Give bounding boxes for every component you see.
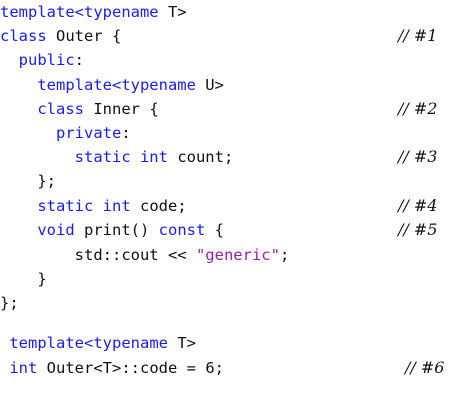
- code-token: Inner {: [84, 100, 159, 118]
- code-token: {: [205, 221, 224, 239]
- code-token: ;: [279, 246, 290, 264]
- code-token: U>: [195, 76, 224, 94]
- keyword-token: class: [37, 100, 84, 118]
- code-line: int Outer<T>::code = 6; // #6: [0, 356, 462, 380]
- code-token: :: [74, 51, 85, 69]
- keyword-token: template<typename: [9, 334, 168, 352]
- code-line: class Inner { // #2: [0, 97, 462, 121]
- keyword-token: static int: [74, 148, 168, 166]
- code-token: }: [0, 270, 47, 288]
- string-token: "generic": [195, 246, 280, 264]
- code-token: T>: [167, 334, 196, 352]
- code-line: static int code; // #4: [0, 194, 462, 218]
- keyword-token: int: [9, 359, 38, 377]
- code-line: std::cout << "generic";: [0, 243, 462, 267]
- code-line: void print() const { // #5: [0, 218, 462, 242]
- code-token: print(): [74, 221, 159, 239]
- keyword-token: void: [37, 221, 75, 239]
- code-token: };: [0, 172, 56, 190]
- keyword-token: static int: [37, 197, 131, 215]
- keyword-token: class: [0, 27, 47, 45]
- code-line: };: [0, 291, 462, 315]
- code-line: template<typename U>: [0, 73, 462, 97]
- keyword-token: const: [158, 221, 206, 239]
- code-line: template<typename T>: [0, 0, 462, 24]
- code-listing: template<typename T> class Outer { // #1 p…: [0, 0, 462, 400]
- code-line: };: [0, 169, 462, 193]
- code-token: code;: [130, 197, 187, 215]
- code-line: template<typename T>: [0, 331, 462, 355]
- code-token: std::cout <<: [0, 246, 196, 264]
- keyword-token: private: [56, 124, 122, 142]
- code-line: }: [0, 267, 462, 291]
- code-comment: // #6: [405, 358, 445, 377]
- code-token: count;: [167, 148, 234, 166]
- code-line: private:: [0, 121, 462, 145]
- code-line: public:: [0, 48, 462, 72]
- keyword-token: template<typename: [0, 3, 159, 21]
- code-comment: // #1: [398, 26, 438, 45]
- code-token: Outer {: [46, 27, 122, 45]
- code-token: T>: [158, 3, 187, 21]
- code-comment: // #5: [398, 220, 438, 239]
- keyword-token: public: [18, 51, 75, 69]
- code-token: Outer<T>::code = 6;: [37, 359, 224, 377]
- code-token: :: [121, 124, 131, 142]
- code-comment: // #4: [398, 196, 438, 215]
- code-token: };: [0, 294, 19, 312]
- code-line: static int count; // #3: [0, 145, 462, 169]
- code-comment: // #2: [398, 99, 438, 118]
- code-comment: // #3: [398, 147, 438, 166]
- code-line: class Outer { // #1: [0, 24, 462, 48]
- keyword-token: template<typename: [37, 76, 196, 94]
